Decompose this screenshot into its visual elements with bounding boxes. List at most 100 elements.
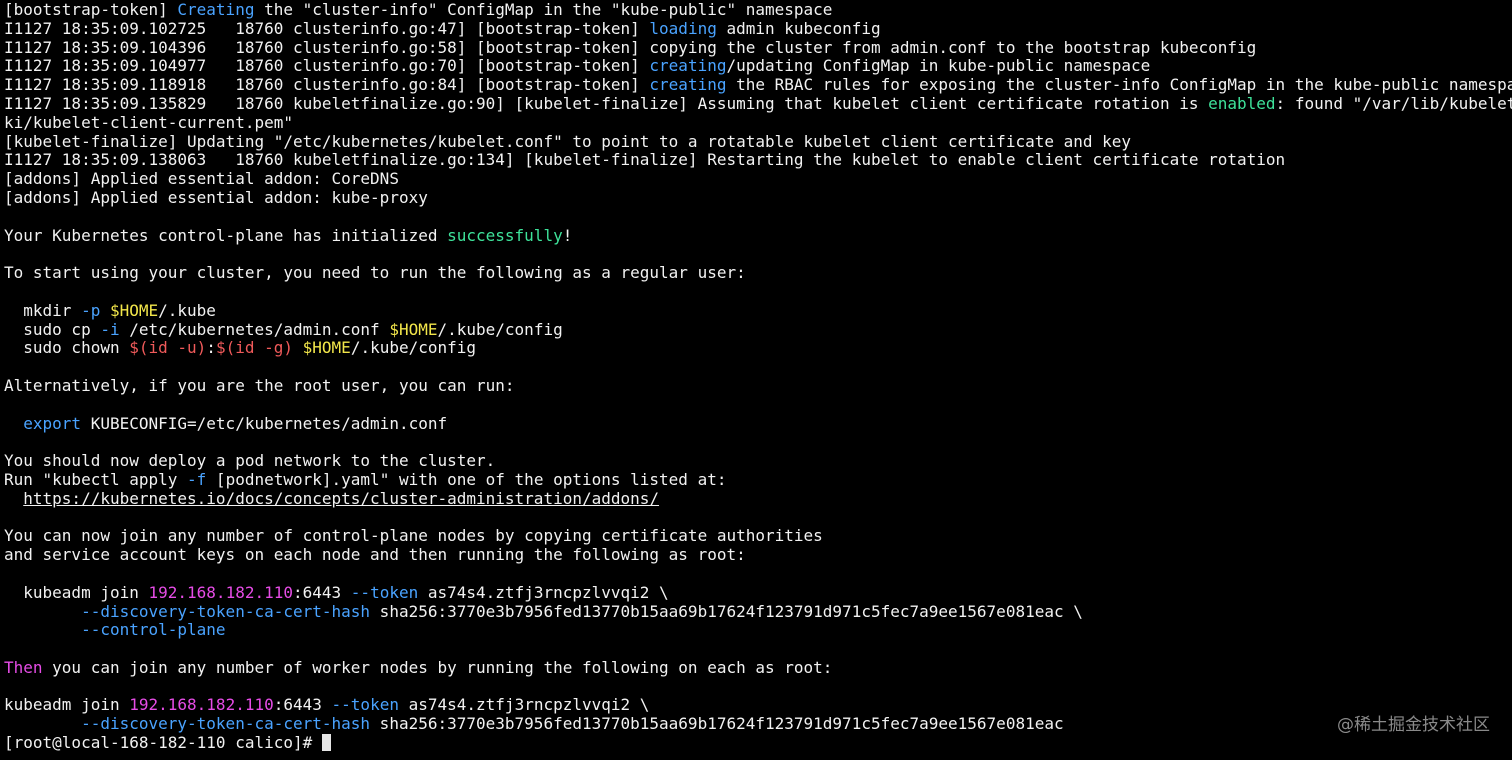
- terminal-text-segment: I1127 18:35:09.138063 18760 kubeletfinal…: [4, 150, 1286, 170]
- terminal-text-segment: Your Kubernetes control-plane has initia…: [4, 225, 448, 245]
- terminal-line: I1127 18:35:09.104977 18760 clusterinfo.…: [4, 56, 1512, 76]
- terminal-text-segment: sudo cp: [4, 319, 101, 339]
- text-cursor: [321, 734, 331, 752]
- terminal-text-segment: [addons] Applied essential addon: kube-p…: [4, 187, 428, 207]
- terminal-text-segment: :6443: [273, 695, 332, 715]
- terminal-text-segment: --discovery-token-ca-cert-hash: [81, 601, 371, 621]
- terminal-window[interactable]: [bootstrap-token] Creating the "cluster-…: [0, 0, 1512, 760]
- terminal-text-segment: [bootstrap-token]: [4, 0, 178, 19]
- terminal-line: kubeadm join 192.168.182.110:6443 --toke…: [4, 582, 1512, 603]
- terminal-text-segment: Creating: [177, 0, 255, 19]
- terminal-text-segment: sha256:3770e3b7956fed13770b15aa69b17624f…: [370, 714, 1064, 734]
- terminal-line: I1127 18:35:09.138063 18760 kubeletfinal…: [4, 150, 1512, 170]
- terminal-line: --discovery-token-ca-cert-hash sha256:37…: [4, 601, 1512, 622]
- terminal-line: I1127 18:35:09.102725 18760 clusterinfo.…: [4, 18, 1512, 39]
- terminal-text-segment: /.kube: [158, 300, 216, 320]
- terminal-line: kubeadm join 192.168.182.110:6443 --toke…: [4, 696, 1512, 715]
- terminal-text-segment: I1127 18:35:09.118918 18760 clusterinfo.…: [4, 75, 650, 95]
- terminal-text-segment: as74s4.ztfj3rncpzlvvqi2 \: [398, 695, 650, 715]
- terminal-text-segment: $(id -g): [215, 338, 293, 358]
- terminal-text-segment: /.kube/config: [437, 319, 563, 339]
- terminal-text-segment: kubeadm join: [4, 695, 130, 715]
- terminal-text-segment: $HOME: [109, 300, 159, 320]
- watermark: @稀土掘金技术社区: [1337, 715, 1490, 735]
- terminal-text-segment: --token: [331, 695, 399, 715]
- terminal-text-segment: enabled: [1208, 93, 1276, 113]
- terminal-text-segment: KUBECONFIG=/etc/kubernetes/admin.conf: [81, 413, 448, 433]
- terminal-line: I1127 18:35:09.118918 18760 clusterinfo.…: [4, 75, 1512, 95]
- terminal-text-segment: $HOME: [302, 338, 351, 358]
- terminal-text-segment: $HOME: [389, 319, 438, 339]
- terminal-line: You should now deploy a pod network to t…: [4, 451, 1512, 471]
- terminal-line: https://kubernetes.io/docs/concepts/clus…: [4, 489, 1512, 509]
- terminal-text-segment: I1127 18:35:09.102725 18760 clusterinfo.…: [4, 18, 650, 38]
- terminal-text-segment: you can join any number of worker nodes …: [42, 657, 833, 677]
- docs-link[interactable]: https://kubernetes.io/docs/concepts/clus…: [23, 489, 659, 508]
- terminal-text-segment: --control-plane: [81, 620, 226, 640]
- terminal-text-segment: !: [562, 225, 573, 245]
- terminal-line: sudo chown $(id -u):$(id -g) $HOME/.kube…: [4, 338, 1512, 358]
- terminal-text-segment: You can now join any number of control-p…: [4, 526, 823, 546]
- terminal-line: I1127 18:35:09.135829 18760 kubeletfinal…: [4, 93, 1512, 114]
- terminal-text-segment: :: [206, 338, 216, 358]
- terminal-text-segment: [podnetwork].yaml" with one of the optio…: [206, 469, 727, 489]
- terminal-line: [addons] Applied essential addon: kube-p…: [4, 187, 1512, 208]
- terminal-line: --control-plane: [4, 620, 1512, 640]
- terminal-text-segment: the "cluster-info" ConfigMap in the "kub…: [254, 0, 833, 19]
- terminal-line: Alternatively, if you are the root user,…: [4, 376, 1512, 396]
- terminal-line: --discovery-token-ca-cert-hash sha256:37…: [4, 714, 1512, 734]
- terminal-text-segment: --discovery-token-ca-cert-hash: [81, 714, 371, 734]
- terminal-text-segment: creating: [649, 56, 727, 76]
- terminal-text-segment: To start using your cluster, you need to…: [4, 263, 746, 283]
- terminal-line: To start using your cluster, you need to…: [4, 263, 1512, 283]
- terminal-text-segment: admin kubeconfig: [716, 18, 881, 38]
- terminal-text-segment: the RBAC rules for exposing the cluster-…: [726, 75, 1512, 95]
- terminal-line: sudo cp -i /etc/kubernetes/admin.conf $H…: [4, 319, 1512, 340]
- terminal-text-segment: /updating ConfigMap in kube-public names…: [726, 56, 1151, 76]
- terminal-text-segment: kubeadm join: [4, 582, 149, 602]
- terminal-text-segment: [addons] Applied essential addon: CoreDN…: [4, 169, 399, 189]
- terminal-line: [kubelet-finalize] Updating "/etc/kubern…: [4, 132, 1512, 152]
- terminal-text-segment: creating: [649, 75, 727, 95]
- terminal-text-segment: I1127 18:35:09.104977 18760 clusterinfo.…: [4, 56, 650, 76]
- terminal-prompt-line[interactable]: [root@local-168-182-110 calico]#: [4, 733, 1512, 753]
- terminal-text-segment: 192.168.182.110: [129, 695, 274, 715]
- terminal-line: ki/kubelet-client-current.pem": [4, 112, 1512, 133]
- terminal-text-segment: Then: [4, 657, 43, 677]
- terminal-line: export KUBECONFIG=/etc/kubernetes/admin.…: [4, 413, 1512, 434]
- terminal-text-segment: --token: [350, 582, 419, 602]
- terminal-text-segment: /etc/kubernetes/admin.conf: [119, 319, 390, 339]
- terminal-text-segment: -i: [100, 319, 120, 339]
- terminal-text-segment: as74s4.ztfj3rncpzlvvqi2 \: [418, 582, 669, 602]
- terminal-text-segment: loading: [649, 18, 717, 38]
- terminal-text-segment: sha256:3770e3b7956fed13770b15aa69b17624f…: [370, 601, 1083, 621]
- terminal-text-segment: You should now deploy a pod network to t…: [4, 451, 496, 471]
- terminal-text-segment: I1127 18:35:09.135829 18760 kubeletfinal…: [4, 93, 1209, 113]
- terminal-text-segment: sudo chown: [4, 338, 130, 358]
- terminal-output: [bootstrap-token] Creating the "cluster-…: [4, 0, 1512, 734]
- terminal-text-segment: -f: [187, 469, 207, 489]
- terminal-line: Then you can join any number of worker n…: [4, 657, 1512, 678]
- terminal-line: and service account keys on each node an…: [4, 545, 1512, 565]
- terminal-text-segment: ki/kubelet-client-current.pem": [4, 112, 293, 132]
- terminal-text-segment: :6443: [293, 582, 351, 602]
- terminal-text-segment: 192.168.182.110: [148, 582, 294, 602]
- terminal-text-segment: $(id -u): [129, 338, 207, 358]
- terminal-text-segment: successfully: [447, 225, 563, 245]
